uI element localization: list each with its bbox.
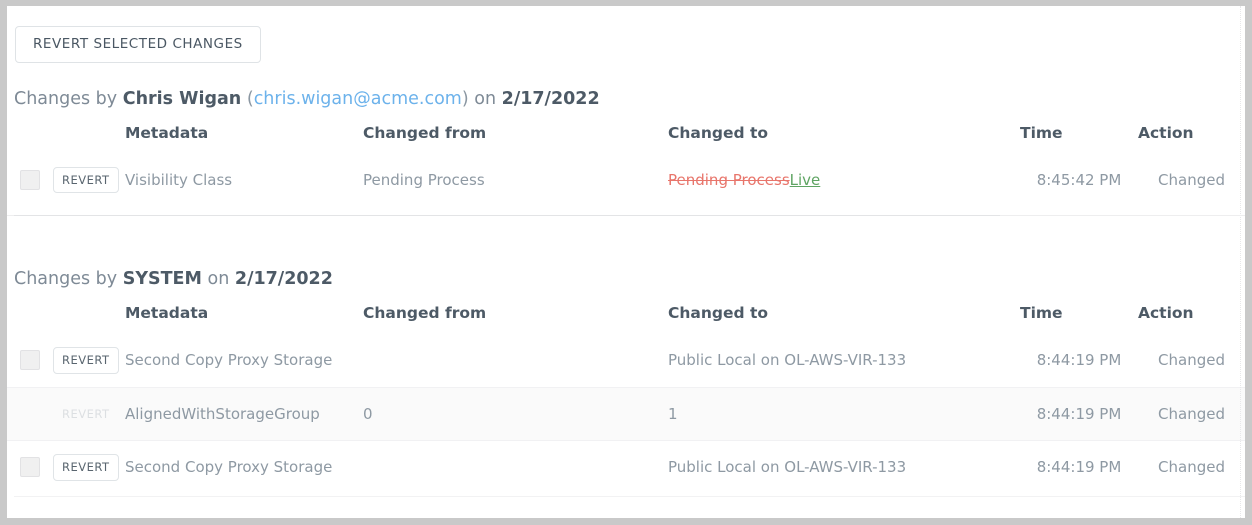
row-revert-button: REVERT (62, 406, 110, 421)
table-header-row: Metadata Changed from Changed to Time Action (7, 119, 1245, 154)
row-select-cell (7, 154, 53, 207)
table-row: REVERT Second Copy Proxy Storage Public Lo… (7, 334, 1245, 387)
cell-changed-to: Pending ProcessLive (668, 154, 1020, 207)
heading-actor-name: Chris Wigan (122, 88, 242, 109)
cell-changed-from: Pending Process (363, 170, 485, 189)
column-header-spacer (7, 299, 53, 334)
table-row: REVERT Second Copy Proxy Storage Public Lo… (7, 440, 1245, 494)
heading-on-word: on (207, 269, 230, 289)
column-header-action: Action (1138, 123, 1194, 142)
changes-table: Metadata Changed from Changed to Time Action… (7, 299, 1245, 494)
heading-prefix: Changes by (14, 269, 118, 289)
heading-paren-close: ) (461, 88, 469, 109)
row-revert-button[interactable]: REVERT (53, 347, 119, 374)
cell-changed-to: Public Local on OL-AWS-VIR-133 (668, 440, 1020, 494)
cell-changed-to: 1 (668, 386, 1020, 441)
cell-changed-from: 0 (363, 386, 668, 441)
cell-time: 8:44:19 PM (1020, 440, 1138, 494)
cell-changed-from (363, 334, 668, 387)
change-group-heading: Changes by SYSTEM on 2/17/2022 (14, 269, 1245, 290)
change-group-heading: Changes by Chris Wigan (chris.wigan@acme… (14, 89, 1245, 110)
heading-paren-open: ( (246, 88, 254, 109)
cell-metadata: AlignedWithStorageGroup (125, 386, 363, 441)
cell-action: Changed (1138, 386, 1245, 441)
cell-action: Changed (1158, 351, 1225, 370)
column-header-changed-to: Changed to (668, 304, 769, 322)
column-header-time: Time (1020, 304, 1063, 322)
cell-time: 8:45:42 PM (1036, 170, 1122, 189)
row-select-checkbox[interactable] (20, 169, 40, 190)
column-header-spacer (53, 119, 125, 154)
heading-date: 2/17/2022 (501, 88, 600, 109)
panel-right-rule (1240, 6, 1242, 518)
heading-date: 2/17/2022 (234, 269, 333, 289)
change-groups: Changes by Chris Wigan (chris.wigan@acme… (7, 89, 1245, 494)
column-header-metadata: Metadata (125, 123, 209, 142)
cell-action: Changed (1158, 170, 1225, 189)
cell-action: Changed (1138, 440, 1245, 494)
table-header-row: Metadata Changed from Changed to Time Action (7, 299, 1245, 334)
row-revert-cell: REVERT (53, 440, 125, 494)
cell-changed-to: Public Local on OL-AWS-VIR-133 (668, 351, 907, 370)
column-header-changed-to: Changed to (668, 123, 769, 142)
audit-changes-panel: REVERT SELECTED CHANGES Changes by Chris… (7, 6, 1245, 518)
cell-time: 8:44:19 PM (1020, 386, 1138, 441)
row-select-checkbox[interactable] (20, 350, 40, 371)
changed-to-removed-value: Pending Process (668, 170, 790, 189)
column-header-changed-from: Changed from (363, 123, 487, 142)
table-row: REVERT AlignedWithStorageGroup 0 1 8:44:19 P… (7, 386, 1245, 441)
cell-metadata: Second Copy Proxy Storage (125, 351, 333, 370)
heading-on-word: on (474, 88, 497, 109)
column-header-action: Action (1138, 304, 1194, 322)
column-header-spacer (53, 299, 125, 334)
cell-changed-from (363, 440, 668, 494)
row-select-cell (7, 440, 53, 494)
table-row: REVERT Visibility Class Pending Process Pen… (7, 154, 1245, 207)
row-revert-button[interactable]: REVERT (53, 166, 119, 193)
row-select-cell (7, 386, 53, 441)
cell-time: 8:44:19 PM (1036, 351, 1122, 370)
row-select-checkbox[interactable] (20, 457, 40, 478)
column-header-metadata: Metadata (125, 304, 209, 322)
bottom-row-divider (14, 496, 1245, 497)
heading-prefix: Changes by (14, 88, 118, 109)
cell-metadata: Second Copy Proxy Storage (125, 440, 363, 494)
column-header-spacer (7, 119, 53, 154)
heading-actor-email-link[interactable]: chris.wigan@acme.com (254, 89, 462, 109)
row-revert-cell: REVERT (53, 334, 125, 387)
changed-to-added-value: Live (789, 170, 821, 189)
row-revert-button[interactable]: REVERT (53, 454, 119, 481)
heading-actor-name: SYSTEM (122, 269, 202, 289)
group-divider (7, 215, 1245, 216)
column-header-time: Time (1020, 123, 1063, 142)
row-select-cell (7, 334, 53, 387)
cell-metadata: Visibility Class (125, 170, 233, 189)
toolbar: REVERT SELECTED CHANGES (7, 6, 1245, 63)
changes-table: Metadata Changed from Changed to Time Action… (7, 119, 1245, 207)
row-revert-cell: REVERT (53, 386, 125, 441)
column-header-changed-from: Changed from (363, 304, 487, 322)
revert-selected-changes-button[interactable]: REVERT SELECTED CHANGES (15, 26, 261, 63)
row-revert-cell: REVERT (53, 154, 125, 207)
